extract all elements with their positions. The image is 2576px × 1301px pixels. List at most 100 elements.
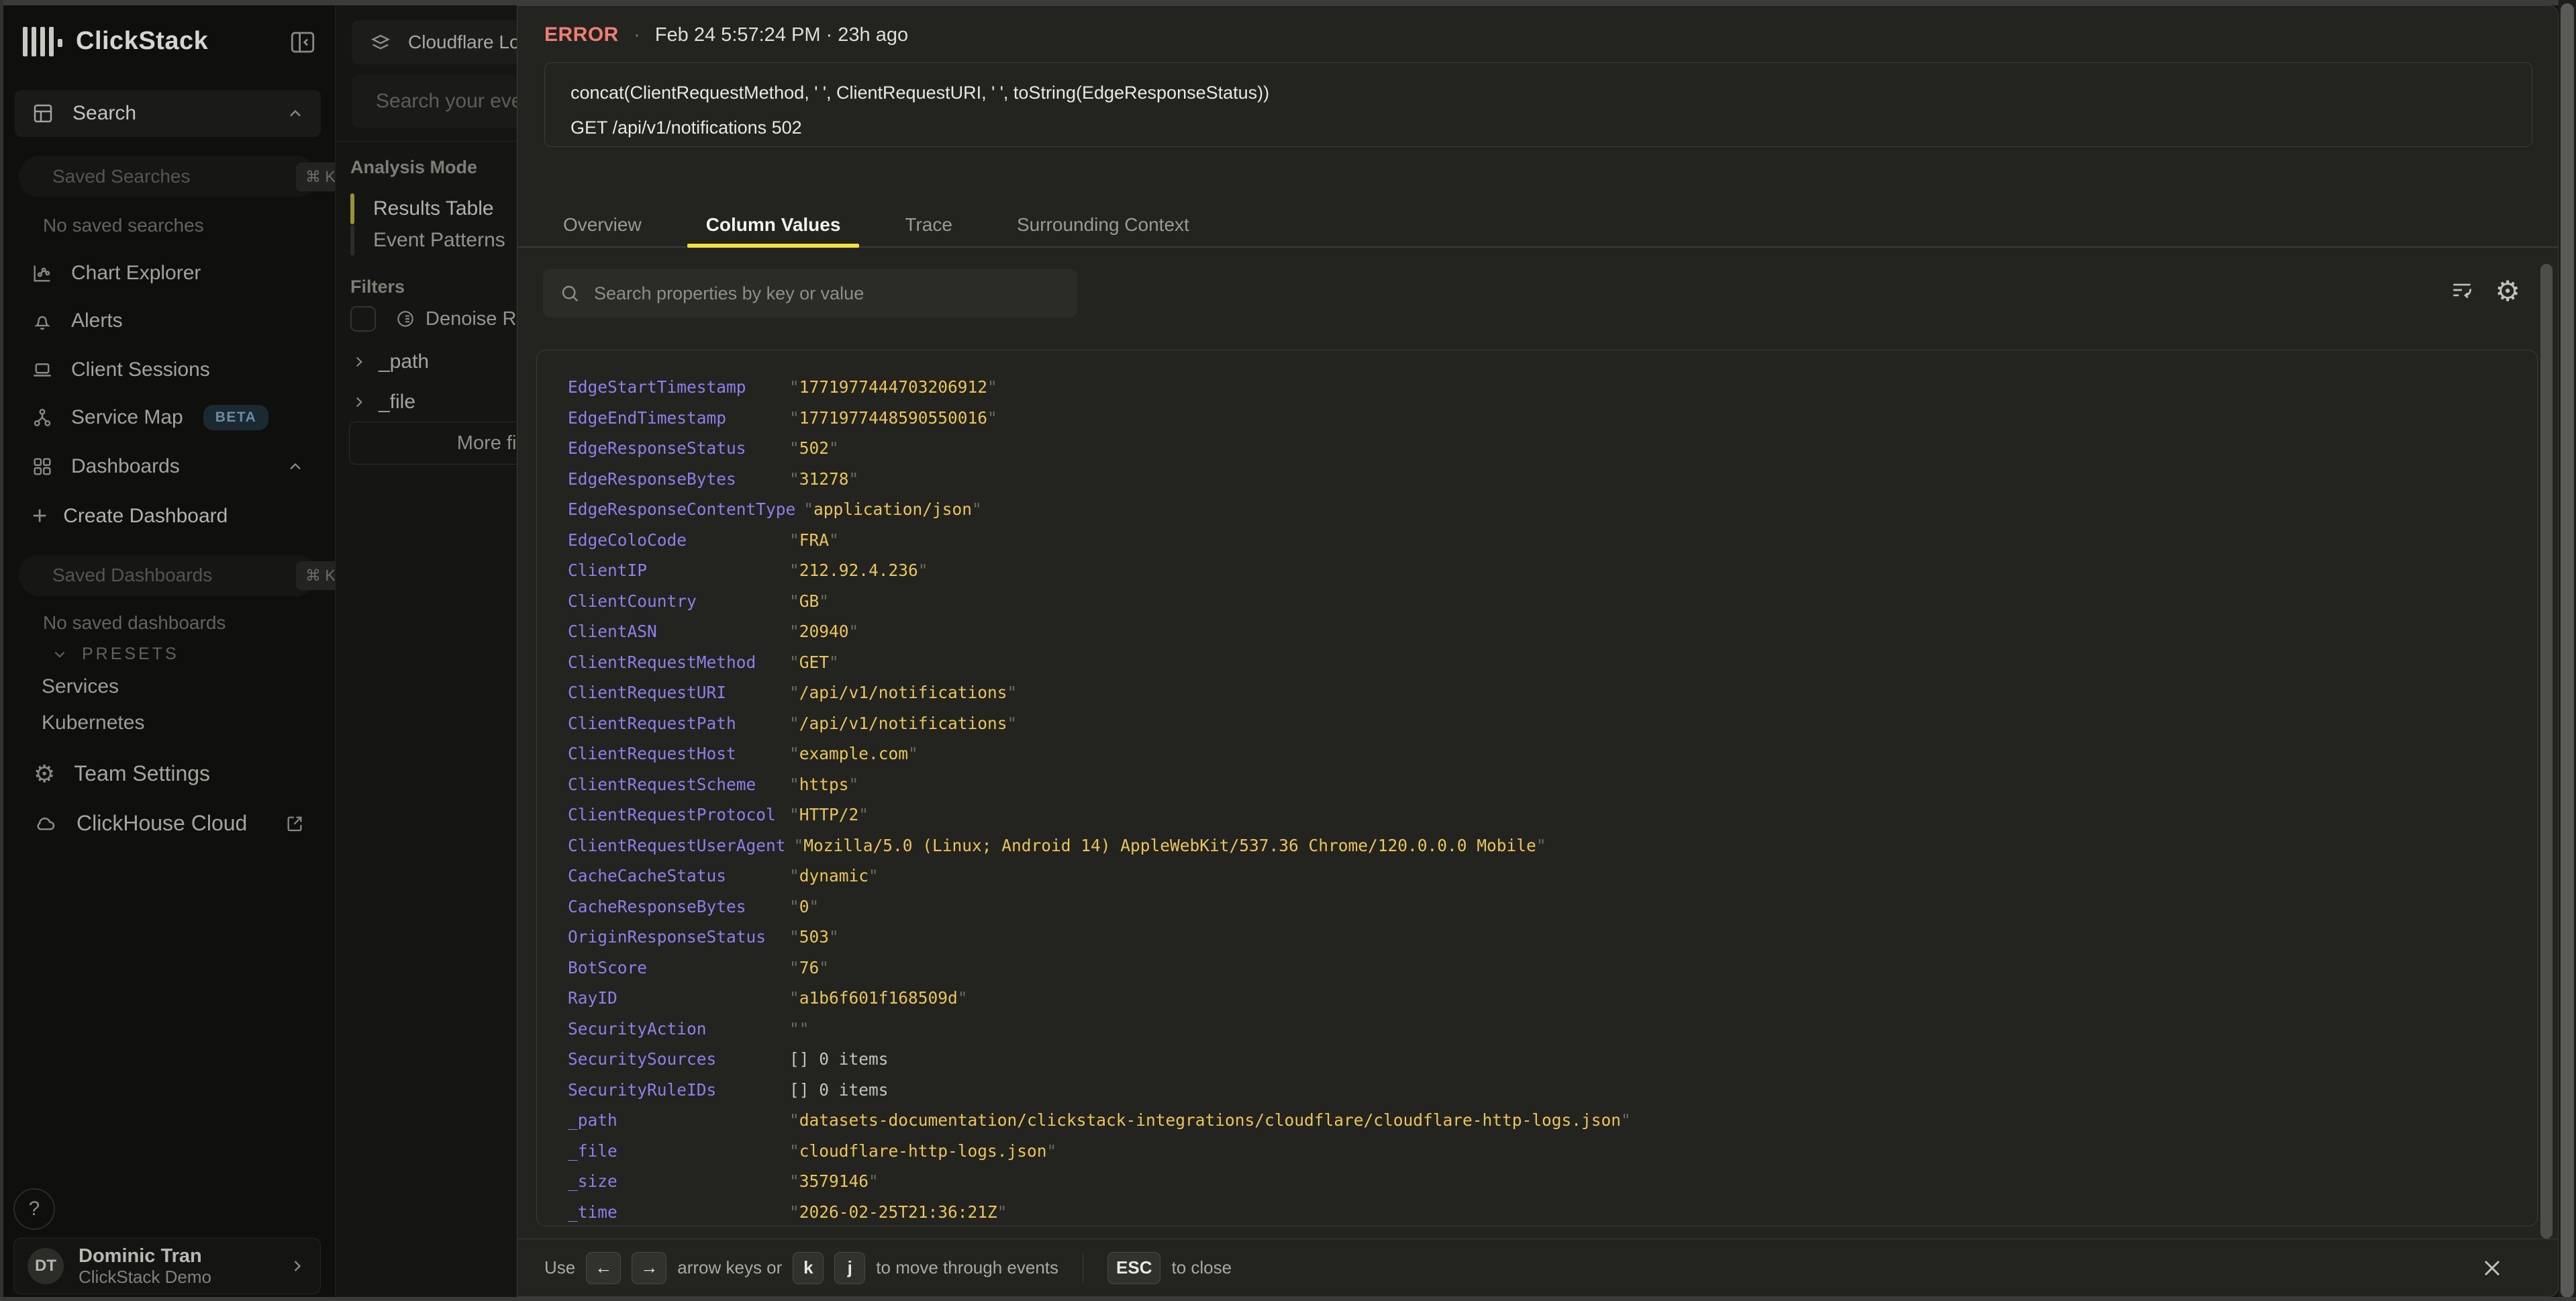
property-row[interactable]: ClientRequestProtocol"HTTP/2" — [568, 800, 2537, 830]
property-row[interactable]: CacheCacheStatus"dynamic" — [568, 861, 2537, 892]
property-row[interactable]: SecurityAction"" — [568, 1014, 2537, 1045]
property-row[interactable]: ClientRequestScheme"https" — [568, 769, 2537, 800]
collapse-sidebar-icon[interactable] — [289, 28, 317, 56]
property-row[interactable]: EdgeResponseContentType"application/json… — [568, 494, 2537, 525]
property-key[interactable]: _path — [568, 1110, 789, 1130]
property-row[interactable]: EdgeStartTimestamp"1771977444703206912" — [568, 372, 2537, 403]
saved-dashboards-input[interactable] — [51, 564, 296, 587]
chart-icon — [31, 262, 54, 285]
denoise-checkbox[interactable] — [350, 306, 376, 332]
property-key[interactable]: ClientCountry — [568, 591, 789, 611]
property-key[interactable]: ClientRequestURI — [568, 683, 789, 702]
saved-searches-input[interactable] — [51, 165, 296, 188]
tab-column-values[interactable]: Column Values — [687, 203, 860, 246]
page-scrollbar[interactable] — [2559, 0, 2576, 1301]
property-key[interactable]: _size — [568, 1171, 789, 1191]
property-row[interactable]: _time"2026-02-25T21:36:21Z" — [568, 1197, 2537, 1227]
tab-surrounding-context[interactable]: Surrounding Context — [998, 203, 1208, 246]
property-row[interactable]: EdgeEndTimestamp"1771977448590550016" — [568, 403, 2537, 434]
presets-label: PRESETS — [82, 644, 179, 664]
mode-event-patterns[interactable]: Event Patterns — [350, 225, 505, 256]
sidebar-item-service-map[interactable]: Service Map BETA — [15, 398, 321, 437]
property-key[interactable]: OriginResponseStatus — [568, 927, 789, 947]
sidebar-item-search[interactable]: Search — [15, 90, 321, 137]
property-key[interactable]: BotScore — [568, 958, 789, 977]
saved-dashboards-search[interactable]: ⌘ K — [19, 555, 317, 596]
property-row[interactable]: ClientRequestURI"/api/v1/notifications" — [568, 677, 2537, 708]
property-key[interactable]: ClientRequestMethod — [568, 653, 789, 672]
property-row[interactable]: EdgeColoCode"FRA" — [568, 525, 2537, 556]
property-key[interactable]: SecurityAction — [568, 1019, 789, 1039]
sidebar-item-client-sessions[interactable]: Client Sessions — [15, 350, 321, 389]
tab-trace[interactable]: Trace — [886, 203, 971, 246]
property-key[interactable]: EdgeEndTimestamp — [568, 408, 789, 428]
sidebar-item-kubernetes[interactable]: Kubernetes — [42, 712, 144, 734]
user-menu[interactable]: DT Dominic Tran ClickStack Demo — [13, 1238, 321, 1294]
property-row[interactable]: EdgeResponseBytes"31278" — [568, 464, 2537, 495]
sidebar-item-chart-explorer[interactable]: Chart Explorer — [15, 254, 321, 293]
sidebar-item-label: Client Sessions — [71, 358, 210, 381]
property-search-box[interactable] — [543, 269, 1077, 318]
property-key[interactable]: ClientRequestProtocol — [568, 805, 789, 824]
help-button[interactable]: ? — [13, 1188, 55, 1230]
property-key[interactable]: EdgeResponseBytes — [568, 469, 789, 489]
property-key[interactable]: ClientRequestHost — [568, 744, 789, 763]
property-row[interactable]: ClientASN"20940" — [568, 616, 2537, 647]
property-key[interactable]: ClientRequestScheme — [568, 775, 789, 794]
property-value: "FRA" — [789, 530, 839, 550]
create-dashboard-button[interactable]: + Create Dashboard — [32, 503, 228, 529]
presets-toggle[interactable]: PRESETS — [51, 644, 179, 664]
property-value: "datasets-documentation/clickstack-integ… — [789, 1110, 1631, 1130]
property-row[interactable]: _file"cloudflare-http-logs.json" — [568, 1136, 2537, 1167]
property-row[interactable]: ClientRequestPath"/api/v1/notifications" — [568, 708, 2537, 739]
property-key[interactable]: CacheCacheStatus — [568, 866, 789, 885]
page-scrollbar-thumb[interactable] — [2561, 3, 2574, 1298]
property-row[interactable]: ClientRequestHost"example.com" — [568, 738, 2537, 769]
property-row[interactable]: EdgeResponseStatus"502" — [568, 433, 2537, 464]
property-key[interactable]: _file — [568, 1141, 789, 1161]
property-key[interactable]: EdgeColoCode — [568, 530, 789, 550]
property-row[interactable]: CacheResponseBytes"0" — [568, 892, 2537, 922]
property-key[interactable]: ClientRequestUserAgent — [568, 836, 794, 855]
property-key[interactable]: SecuritySources — [568, 1049, 789, 1069]
property-key[interactable]: CacheResponseBytes — [568, 897, 789, 916]
property-row[interactable]: OriginResponseStatus"503" — [568, 922, 2537, 953]
property-key[interactable]: SecurityRuleIDs — [568, 1080, 789, 1100]
filter-group-path[interactable]: _path — [350, 350, 429, 373]
close-icon[interactable] — [2479, 1255, 2506, 1282]
saved-searches-search[interactable]: ⌘ K — [19, 156, 317, 197]
user-org: ClickStack Demo — [79, 1267, 288, 1287]
active-mode-indicator — [350, 193, 354, 224]
property-key[interactable]: ClientRequestPath — [568, 714, 789, 733]
sidebar-item-services[interactable]: Services — [42, 675, 119, 698]
sidebar-item-dashboards[interactable]: Dashboards — [15, 447, 321, 486]
filter-lines-icon[interactable] — [2449, 277, 2475, 303]
property-key[interactable]: EdgeStartTimestamp — [568, 377, 789, 397]
property-key[interactable]: EdgeResponseStatus — [568, 438, 789, 458]
tab-overview[interactable]: Overview — [544, 203, 660, 246]
property-key[interactable]: EdgeResponseContentType — [568, 499, 803, 519]
property-key[interactable]: ClientIP — [568, 561, 789, 580]
sidebar-item-clickhouse-cloud[interactable]: ClickHouse Cloud — [34, 811, 305, 836]
sidebar-item-alerts[interactable]: Alerts — [15, 301, 321, 340]
property-row[interactable]: ClientCountry"GB" — [568, 586, 2537, 617]
sidebar-item-team-settings[interactable]: ⚙ Team Settings — [34, 761, 210, 786]
drawer-scrollbar[interactable] — [2540, 264, 2553, 1239]
mode-results-table[interactable]: Results Table — [350, 193, 494, 224]
property-key[interactable]: RayID — [568, 988, 789, 1008]
property-row[interactable]: _path"datasets-documentation/clickstack-… — [568, 1105, 2537, 1136]
property-row[interactable]: RayID"a1b6f601f168509d" — [568, 983, 2537, 1014]
denoise-icon — [395, 308, 416, 330]
filter-group-file[interactable]: _file — [350, 391, 415, 414]
property-row[interactable]: ClientIP"212.92.4.236" — [568, 555, 2537, 586]
property-row[interactable]: SecurityRuleIDs[] 0 items — [568, 1075, 2537, 1106]
property-key[interactable]: ClientASN — [568, 622, 789, 641]
gear-icon[interactable]: ⚙ — [2495, 275, 2520, 307]
property-row[interactable]: _size"3579146" — [568, 1166, 2537, 1197]
property-row[interactable]: SecuritySources[] 0 items — [568, 1044, 2537, 1075]
property-row[interactable]: ClientRequestMethod"GET" — [568, 647, 2537, 678]
property-row[interactable]: ClientRequestUserAgent"Mozilla/5.0 (Linu… — [568, 830, 2537, 861]
property-search-input[interactable] — [593, 283, 1061, 305]
property-row[interactable]: BotScore"76" — [568, 953, 2537, 983]
property-key[interactable]: _time — [568, 1202, 789, 1222]
